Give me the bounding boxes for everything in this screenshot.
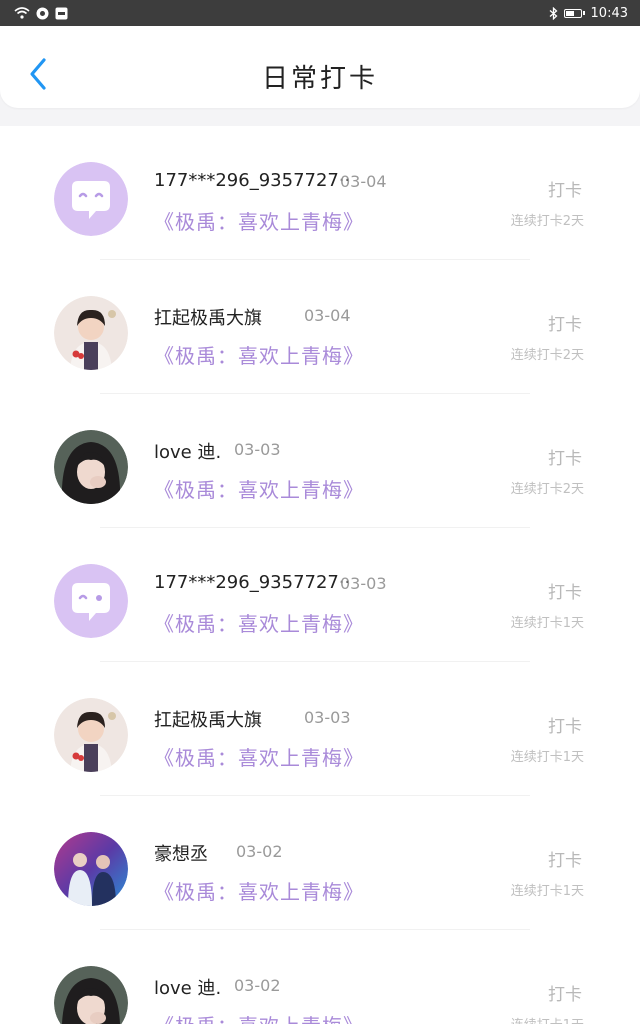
checkin-date: 03-02 [234, 976, 281, 995]
checkin-date: 03-03 [340, 574, 387, 593]
user-name[interactable]: love 迪. [154, 438, 221, 464]
photo-avatar-girl-icon [54, 966, 128, 1024]
avatar[interactable] [54, 162, 128, 236]
checkin-label: 打卡 [548, 181, 582, 201]
page-title: 日常打卡 [261, 64, 378, 94]
list-item[interactable]: 豪想丞 03-02 《极禹：喜欢上青梅》 打卡 连续打卡1天 [0, 796, 640, 930]
checkin-date: 03-02 [236, 842, 283, 861]
user-name[interactable]: 扛起极禹大旗 [154, 706, 262, 732]
checkin-date: 03-04 [304, 306, 351, 325]
book-title[interactable]: 《极禹：喜欢上青梅》 [154, 1010, 364, 1024]
notification-icon [55, 7, 68, 20]
checkin-date: 03-04 [340, 172, 387, 191]
user-name[interactable]: 扛起极禹大旗 [154, 304, 262, 330]
photo-avatar-girl-icon [54, 430, 128, 504]
user-name[interactable]: 豪想丞 [154, 840, 208, 866]
book-title[interactable]: 《极禹：喜欢上青梅》 [154, 876, 364, 905]
photo-avatar-stage-icon [54, 832, 128, 906]
avatar[interactable] [54, 296, 128, 370]
checkin-label: 打卡 [548, 717, 582, 737]
photo-avatar-boy-icon [54, 296, 128, 370]
avatar[interactable] [54, 430, 128, 504]
streak-text: 连续打卡1天 [510, 884, 584, 899]
avatar[interactable] [54, 698, 128, 772]
checkin-label: 打卡 [548, 449, 582, 469]
book-title[interactable]: 《极禹：喜欢上青梅》 [154, 608, 364, 637]
list-item[interactable]: love 迪. 03-03 《极禹：喜欢上青梅》 打卡 连续打卡2天 [0, 394, 640, 528]
photo-avatar-boy-icon [54, 698, 128, 772]
checkin-label: 打卡 [548, 851, 582, 871]
checkin-date: 03-03 [234, 440, 281, 459]
avatar[interactable] [54, 564, 128, 638]
clock: 10:43 [590, 5, 628, 21]
header: 日常打卡 [0, 26, 640, 108]
default-chat-avatar-icon [54, 162, 128, 236]
streak-text: 连续打卡1天 [510, 750, 584, 765]
wifi-icon [14, 7, 30, 19]
default-chat-avatar-icon [54, 564, 128, 638]
list-item[interactable]: 177***296_9357727·· 03-03 《极禹：喜欢上青梅》 打卡 … [0, 528, 640, 662]
vpn-icon [36, 7, 49, 20]
list-item[interactable]: 177***296_9357727·· 03-04 《极禹：喜欢上青梅》 打卡 … [0, 126, 640, 260]
streak-text: 连续打卡1天 [510, 616, 584, 631]
user-name[interactable]: 177***296_9357727·· [154, 170, 350, 191]
avatar[interactable] [54, 966, 128, 1024]
battery-icon [563, 8, 585, 18]
list-item[interactable]: love 迪. 03-02 《极禹：喜欢上青梅》 打卡 连续打卡1天 [0, 930, 640, 1024]
book-title[interactable]: 《极禹：喜欢上青梅》 [154, 742, 364, 771]
checkin-label: 打卡 [548, 583, 582, 603]
checkin-label: 打卡 [548, 985, 582, 1005]
user-name[interactable]: 177***296_9357727·· [154, 572, 350, 593]
bluetooth-icon [549, 6, 558, 20]
user-name[interactable]: love 迪. [154, 974, 221, 1000]
streak-text: 连续打卡2天 [510, 214, 584, 229]
checkin-date: 03-03 [304, 708, 351, 727]
streak-text: 连续打卡2天 [510, 348, 584, 363]
avatar[interactable] [54, 832, 128, 906]
checkin-label: 打卡 [548, 315, 582, 335]
checkin-list: 177***296_9357727·· 03-04 《极禹：喜欢上青梅》 打卡 … [0, 126, 640, 1024]
streak-text: 连续打卡1天 [511, 1014, 584, 1024]
status-bar: 10:43 [0, 0, 640, 26]
book-title[interactable]: 《极禹：喜欢上青梅》 [154, 340, 364, 369]
list-item[interactable]: 扛起极禹大旗 03-03 《极禹：喜欢上青梅》 打卡 连续打卡1天 [0, 662, 640, 796]
list-item[interactable]: 扛起极禹大旗 03-04 《极禹：喜欢上青梅》 打卡 连续打卡2天 [0, 260, 640, 394]
book-title[interactable]: 《极禹：喜欢上青梅》 [154, 206, 364, 235]
book-title[interactable]: 《极禹：喜欢上青梅》 [154, 474, 364, 503]
streak-text: 连续打卡2天 [510, 482, 584, 497]
